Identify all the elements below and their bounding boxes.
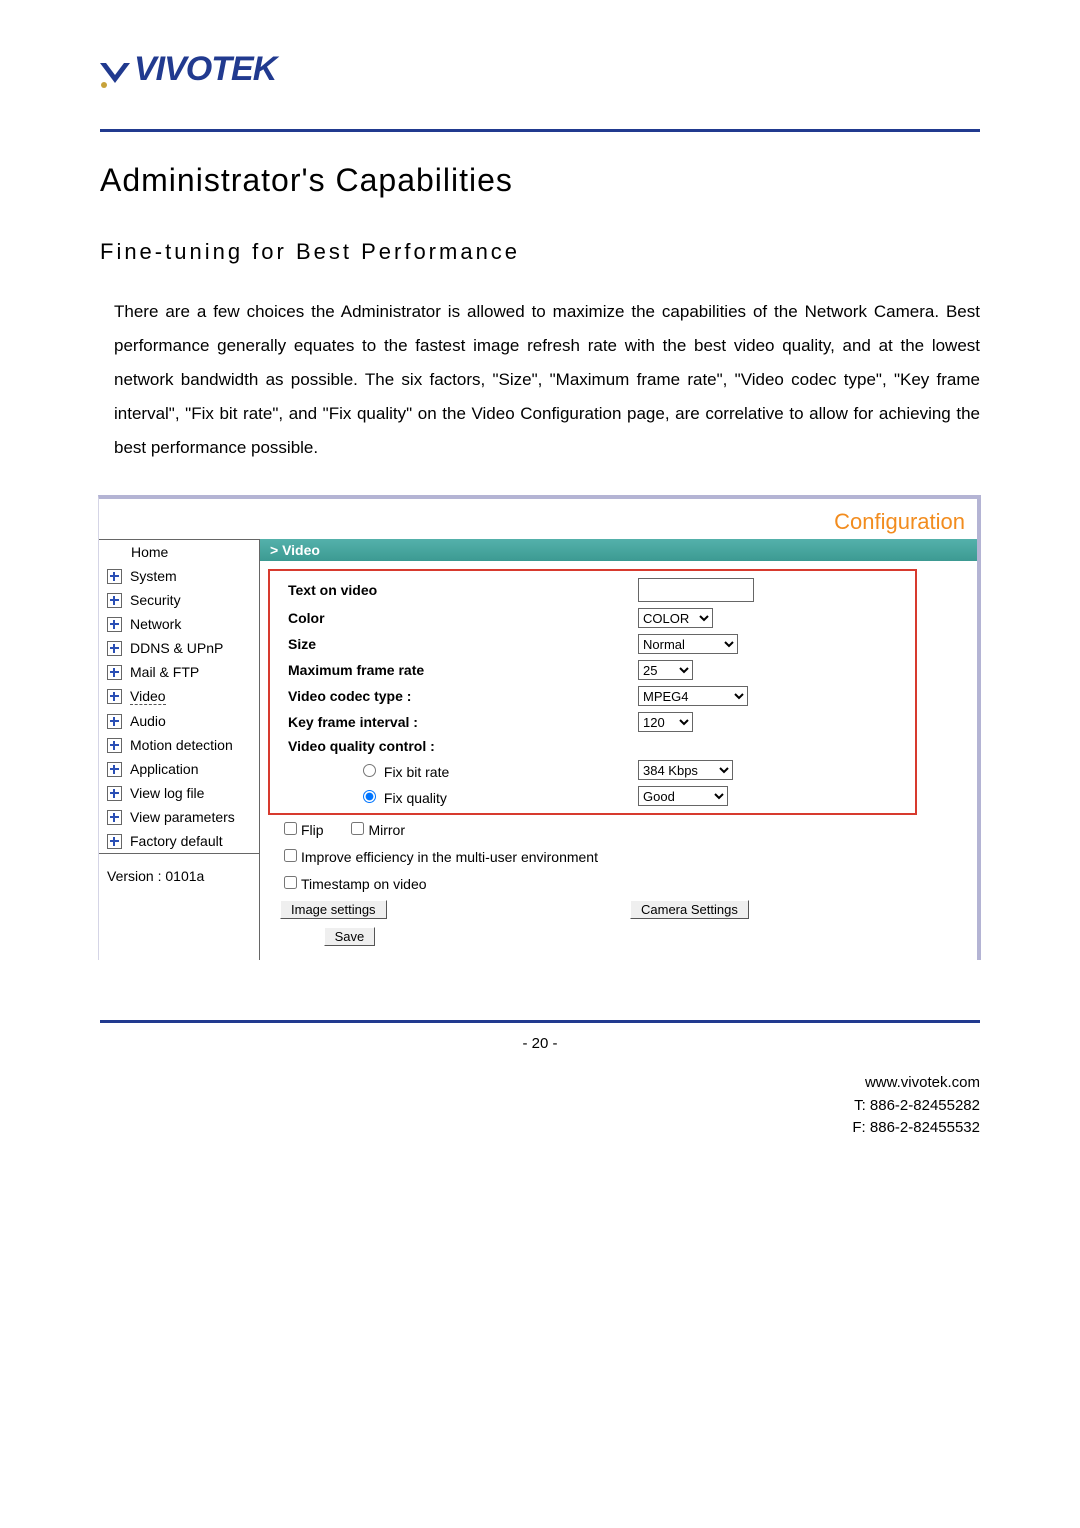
config-panel: Configuration Home System Security Netwo…: [98, 495, 981, 960]
footer-url: www.vivotek.com: [100, 1072, 980, 1095]
sidebar-item-motion[interactable]: Motion detection: [99, 733, 259, 757]
sidebar: Home System Security Network DDNS & UPnP: [99, 539, 260, 960]
sidebar-item-system[interactable]: System: [99, 564, 259, 588]
sidebar-item-label: View parameters: [130, 809, 235, 825]
radio-fix-bitrate[interactable]: [363, 764, 376, 777]
expand-icon: [107, 617, 122, 632]
label-text-on-video: Text on video: [288, 582, 638, 598]
sidebar-item-audio[interactable]: Audio: [99, 709, 259, 733]
divider: [100, 129, 980, 132]
sidebar-item-ddns[interactable]: DDNS & UPnP: [99, 636, 259, 660]
label-timestamp: Timestamp on video: [301, 876, 427, 892]
sidebar-item-application[interactable]: Application: [99, 757, 259, 781]
expand-icon: [107, 593, 122, 608]
body-text: There are a few choices the Administrato…: [100, 295, 980, 465]
expand-icon: [107, 665, 122, 680]
checkbox-mirror[interactable]: [351, 822, 364, 835]
image-settings-button[interactable]: Image settings: [280, 900, 387, 919]
sidebar-item-video[interactable]: Video: [99, 684, 259, 709]
sidebar-item-label: Mail & FTP: [130, 664, 199, 680]
footer-info: www.vivotek.com T: 886-2-82455282 F: 886…: [100, 1072, 980, 1140]
sidebar-item-mailftp[interactable]: Mail & FTP: [99, 660, 259, 684]
sidebar-item-factory[interactable]: Factory default: [99, 829, 259, 853]
sidebar-item-label: Factory default: [130, 833, 223, 849]
section-title: Fine-tuning for Best Performance: [100, 239, 980, 265]
sidebar-item-label: System: [130, 568, 177, 584]
version-label: Version : 0101a: [99, 853, 259, 898]
label-fix-bitrate: Fix bit rate: [384, 764, 449, 780]
expand-icon: [107, 714, 122, 729]
config-title: Configuration: [99, 499, 977, 539]
footer-tel: T: 886-2-82455282: [100, 1095, 980, 1118]
select-color[interactable]: COLOR: [638, 608, 713, 628]
sidebar-item-label: Home: [131, 544, 168, 560]
select-size[interactable]: Normal: [638, 634, 738, 654]
sidebar-item-label: Motion detection: [130, 737, 233, 753]
camera-settings-button[interactable]: Camera Settings: [630, 900, 749, 919]
label-mirror: Mirror: [368, 822, 405, 838]
highlighted-settings: Text on video Color COLOR Size Normal Ma…: [268, 569, 917, 815]
label-size: Size: [288, 636, 638, 652]
label-improve: Improve efficiency in the multi-user env…: [301, 849, 598, 865]
radio-fix-quality[interactable]: [363, 790, 376, 803]
input-text-on-video[interactable]: [638, 578, 754, 602]
sidebar-item-label: Application: [130, 761, 199, 777]
expand-icon: [107, 689, 122, 704]
page-number: - 20 -: [100, 1035, 980, 1052]
sidebar-item-label: Network: [130, 616, 181, 632]
expand-icon: [107, 569, 122, 584]
sidebar-item-label: Audio: [130, 713, 166, 729]
select-maxfr[interactable]: 25: [638, 660, 693, 680]
label-vqc: Video quality control :: [288, 738, 638, 754]
checkbox-timestamp[interactable]: [284, 876, 297, 889]
select-codec[interactable]: MPEG4: [638, 686, 748, 706]
expand-icon: [107, 762, 122, 777]
logo: VIVOTEK: [100, 50, 980, 89]
page-title: Administrator's Capabilities: [100, 162, 980, 199]
expand-icon: [107, 641, 122, 656]
config-main: > Video Text on video Color COLOR Size N…: [260, 539, 977, 960]
select-quality[interactable]: Good: [638, 786, 728, 806]
label-color: Color: [288, 610, 638, 626]
label-kfi: Key frame interval :: [288, 714, 638, 730]
sidebar-item-network[interactable]: Network: [99, 612, 259, 636]
sidebar-item-viewlog[interactable]: View log file: [99, 781, 259, 805]
select-kfi[interactable]: 120: [638, 712, 693, 732]
label-flip: Flip: [301, 822, 324, 838]
label-maxfr: Maximum frame rate: [288, 662, 638, 678]
footer-fax: F: 886-2-82455532: [100, 1117, 980, 1140]
checkbox-flip[interactable]: [284, 822, 297, 835]
expand-icon: [107, 738, 122, 753]
expand-icon: [107, 810, 122, 825]
sidebar-item-viewparams[interactable]: View parameters: [99, 805, 259, 829]
sidebar-item-home[interactable]: Home: [99, 540, 259, 564]
sidebar-item-label: DDNS & UPnP: [130, 640, 223, 656]
divider: [100, 1020, 980, 1023]
sidebar-item-label: Video: [130, 688, 166, 705]
brand-name: VIVOTEK: [134, 50, 276, 89]
select-bitrate[interactable]: 384 Kbps: [638, 760, 733, 780]
label-codec: Video codec type :: [288, 688, 638, 704]
sidebar-item-security[interactable]: Security: [99, 588, 259, 612]
label-fix-quality: Fix quality: [384, 790, 447, 806]
sidebar-item-label: View log file: [130, 785, 204, 801]
logo-icon: [100, 63, 130, 89]
checkbox-improve[interactable]: [284, 849, 297, 862]
expand-icon: [107, 834, 122, 849]
section-bar: > Video: [260, 539, 977, 561]
sidebar-item-label: Security: [130, 592, 181, 608]
save-button[interactable]: Save: [324, 927, 376, 946]
expand-icon: [107, 786, 122, 801]
